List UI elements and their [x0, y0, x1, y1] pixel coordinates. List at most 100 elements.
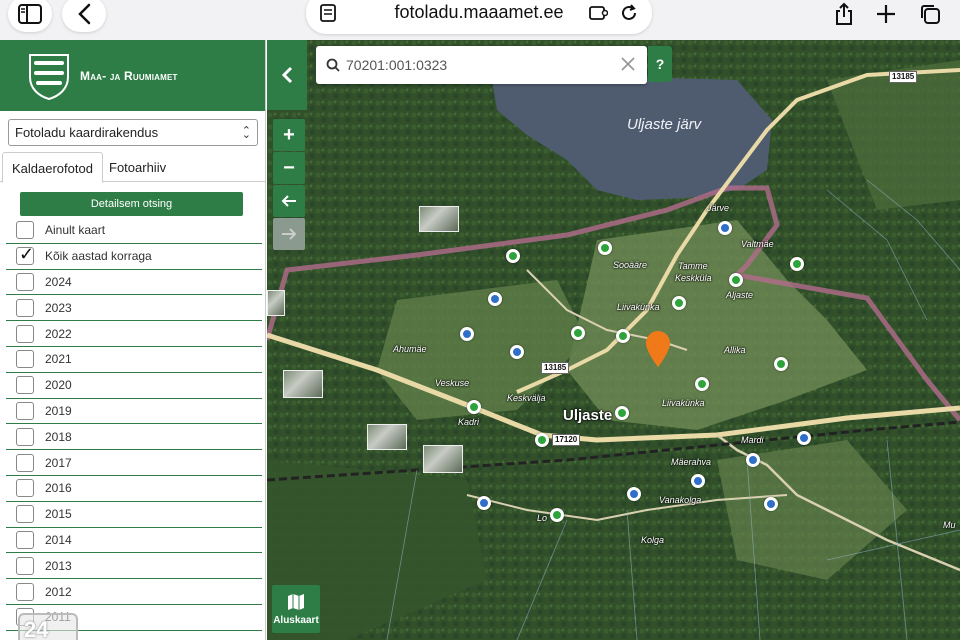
checkbox[interactable]	[16, 401, 34, 420]
place-label: Tamme	[678, 261, 708, 271]
filter-option[interactable]: 2020	[6, 373, 262, 399]
filter-option[interactable]: ✓ Kõik aastad korraga	[6, 244, 262, 270]
zoom-in-button[interactable]: +	[273, 119, 305, 151]
photo-marker[interactable]	[691, 474, 705, 488]
checkbox[interactable]	[16, 221, 34, 240]
checkbox[interactable]	[16, 272, 34, 291]
brand-name: Maa- ja Ruumiamet	[80, 68, 178, 83]
photo-marker[interactable]	[729, 273, 743, 287]
chevron-left-icon	[281, 66, 293, 84]
photo-marker[interactable]	[460, 327, 474, 341]
place-label: Mardi	[741, 435, 764, 445]
photo-marker[interactable]	[571, 326, 585, 340]
filter-option-label: 2024	[45, 274, 72, 289]
photo-thumbnail[interactable]	[419, 206, 459, 232]
filter-option-label: 2018	[45, 429, 72, 444]
filter-option[interactable]: 2017	[6, 450, 262, 476]
photo-thumbnail[interactable]	[367, 424, 407, 450]
history-forward-button[interactable]	[273, 218, 305, 250]
photo-marker[interactable]	[550, 508, 564, 522]
photo-marker[interactable]	[672, 296, 686, 310]
photo-marker[interactable]	[535, 433, 549, 447]
extensions-icon[interactable]	[588, 4, 609, 27]
checkbox[interactable]	[16, 556, 34, 575]
place-label: Allika	[724, 345, 746, 355]
checkbox[interactable]	[16, 479, 34, 498]
checkbox[interactable]	[16, 376, 34, 395]
checkbox[interactable]: ✓	[16, 244, 34, 266]
photo-marker[interactable]	[615, 406, 629, 420]
photo-marker[interactable]	[616, 329, 630, 343]
filter-option[interactable]: 2015	[6, 502, 262, 528]
photo-marker[interactable]	[695, 377, 709, 391]
filter-option-label: 2016	[45, 481, 72, 496]
place-label: Aljaste	[726, 290, 754, 300]
share-icon[interactable]	[822, 0, 866, 32]
photo-marker[interactable]	[627, 487, 641, 501]
reload-icon[interactable]	[620, 3, 638, 28]
checkbox[interactable]	[16, 427, 34, 446]
photo-marker[interactable]	[477, 496, 491, 510]
filter-option[interactable]: Ainult kaart	[6, 218, 262, 244]
place-label: Keskvälja	[507, 393, 546, 403]
sidebar-toggle-icon[interactable]	[8, 0, 52, 32]
tabs-overview-icon[interactable]	[908, 0, 952, 32]
map-view[interactable]: Uljaste järv Uljaste Järve Valtmäe Sooää…	[267, 40, 960, 640]
help-button[interactable]: ?	[648, 46, 672, 82]
checkbox[interactable]	[16, 298, 34, 317]
photo-marker[interactable]	[506, 249, 520, 263]
parcel-search[interactable]	[316, 46, 647, 84]
photo-marker[interactable]	[718, 221, 732, 235]
back-icon[interactable]	[62, 0, 106, 32]
location-pin-icon[interactable]	[645, 330, 671, 373]
filter-option[interactable]: 2019	[6, 399, 262, 425]
village-label: Uljaste	[563, 407, 613, 424]
photo-marker[interactable]	[467, 400, 481, 414]
filter-option[interactable]: 2022	[6, 321, 262, 347]
filter-option[interactable]: 2016	[6, 476, 262, 502]
filter-option[interactable]: 2021	[6, 347, 262, 373]
checkbox[interactable]	[16, 453, 34, 472]
filter-option[interactable]: 2024	[6, 270, 262, 296]
basemap-button[interactable]: Aluskaart	[272, 585, 320, 633]
checkbox[interactable]	[16, 582, 34, 601]
detailed-search-button[interactable]: Detailsem otsing	[20, 192, 243, 216]
clear-icon[interactable]	[621, 57, 635, 76]
photo-thumbnail[interactable]	[423, 445, 463, 473]
filter-option[interactable]: 2013	[6, 553, 262, 580]
history-back-button[interactable]	[273, 185, 305, 217]
filter-option[interactable]: 2018	[6, 424, 262, 451]
collapse-sidebar-button[interactable]	[267, 40, 307, 110]
zoom-out-button[interactable]: −	[273, 152, 305, 184]
filter-option[interactable]: 2023	[6, 295, 262, 322]
photo-marker[interactable]	[790, 257, 804, 271]
photo-marker[interactable]	[746, 453, 760, 467]
search-input[interactable]	[346, 57, 606, 73]
brand-header: Maa- ja Ruumiamet	[0, 40, 265, 111]
checkbox[interactable]	[16, 350, 34, 369]
new-tab-icon[interactable]	[864, 0, 908, 32]
photo-marker[interactable]	[774, 357, 788, 371]
tab-kaldaerofotod[interactable]: Kaldaerofotod	[2, 152, 103, 183]
app-select[interactable]: Fotoladu kaardirakendus ⌃ ⌄	[8, 119, 258, 146]
place-label: Järve	[707, 203, 730, 213]
photo-marker[interactable]	[797, 431, 811, 445]
checkbox[interactable]	[16, 530, 34, 549]
photo-marker[interactable]	[510, 345, 524, 359]
filter-option-label: 2023	[45, 300, 72, 315]
place-label: Mäerahva	[671, 457, 712, 467]
filter-option-label: 2013	[45, 558, 72, 573]
photo-marker[interactable]	[598, 241, 612, 255]
tab-fotoarhiiv[interactable]: Fotoarhiiv	[100, 152, 175, 183]
photo-thumbnail[interactable]	[283, 370, 323, 398]
photo-thumbnail[interactable]	[267, 290, 285, 316]
road-number: 17120	[552, 434, 581, 446]
filter-option[interactable]: 2014	[6, 528, 262, 554]
checkbox[interactable]	[16, 324, 34, 343]
checkbox[interactable]	[16, 505, 34, 524]
photo-marker[interactable]	[764, 497, 778, 511]
photo-marker[interactable]	[488, 292, 502, 306]
filter-option[interactable]: 2012	[6, 579, 262, 605]
place-label: Veskuse	[435, 378, 470, 388]
address-bar[interactable]: fotoladu.maaamet.ee	[306, 0, 652, 34]
